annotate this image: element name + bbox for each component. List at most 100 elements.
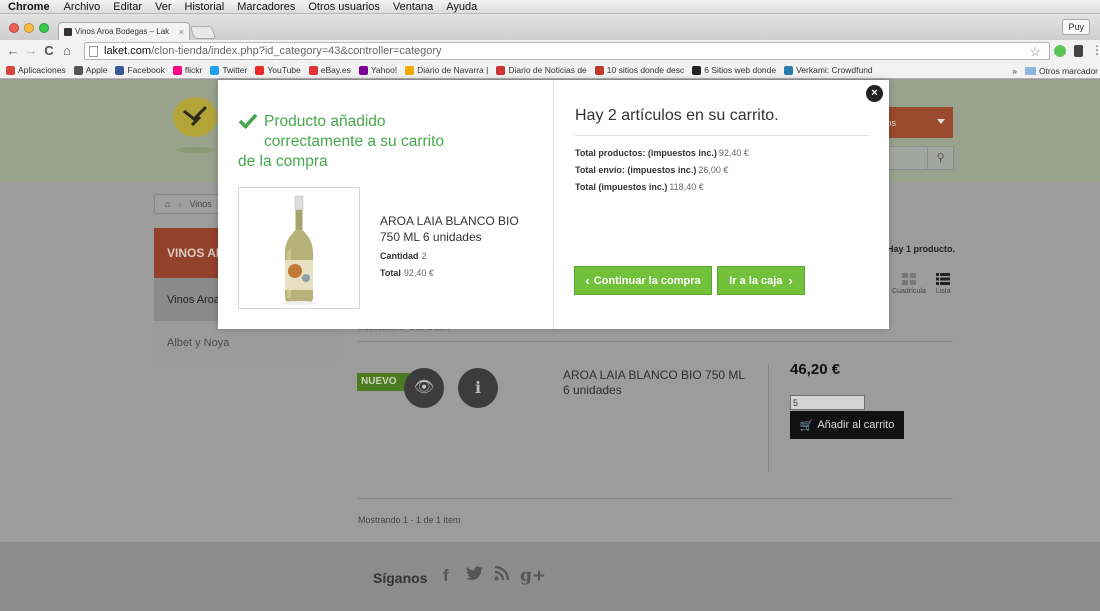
menu-ayuda[interactable]: Ayuda bbox=[446, 1, 477, 13]
site-logo[interactable] bbox=[170, 95, 220, 155]
facebook-icon[interactable]: f bbox=[443, 566, 449, 586]
browser-tab-active[interactable]: Vinos Aroa Bodegas – Lak × bbox=[58, 22, 190, 40]
divider bbox=[768, 364, 769, 472]
bookmarks-bar: Aplicaciones Apple Facebook flickr Twitter Yo… bbox=[0, 62, 1100, 79]
product-name-link[interactable]: AROA LAIA BLANCO BIO 750 ML 6 unidades bbox=[563, 368, 753, 398]
continue-shopping-button[interactable]: ‹ Continuar la compra bbox=[574, 266, 712, 295]
menu-historial[interactable]: Historial bbox=[185, 1, 225, 13]
menu-app-name[interactable]: Chrome bbox=[8, 1, 50, 13]
view-list-label: Lista bbox=[935, 288, 951, 295]
menu-archivo[interactable]: Archivo bbox=[64, 1, 101, 13]
bookmark-label: Apple bbox=[85, 65, 108, 75]
bookmark-favicon-icon bbox=[358, 65, 368, 75]
home-icon[interactable]: ⌂ bbox=[165, 199, 170, 209]
bookmark-favicon-icon bbox=[255, 65, 265, 75]
bookmark-favicon-icon bbox=[6, 65, 15, 75]
bookmark-star-icon[interactable]: ☆ bbox=[1029, 44, 1041, 60]
reload-button[interactable]: C bbox=[40, 40, 58, 62]
checkout-button[interactable]: Ir a la caja › bbox=[717, 266, 805, 295]
bookmark-favicon-icon bbox=[308, 65, 318, 75]
menu-editar[interactable]: Editar bbox=[113, 1, 142, 13]
bookmark-item[interactable]: YouTube bbox=[255, 65, 301, 75]
menu-ventana[interactable]: Ventana bbox=[393, 1, 433, 13]
bookmark-favicon-icon bbox=[210, 65, 220, 75]
url-path: /clon-tienda/index.php?id_category=43&co… bbox=[151, 45, 442, 57]
forward-button[interactable]: → bbox=[22, 40, 40, 62]
extension-evernote-icon[interactable] bbox=[1074, 45, 1083, 57]
view-grid-button[interactable]: Cuadrícula bbox=[892, 273, 926, 295]
new-tab-button[interactable] bbox=[189, 26, 217, 39]
bookmark-label: eBay.es bbox=[320, 65, 351, 75]
rss-icon[interactable] bbox=[494, 565, 510, 586]
address-bar[interactable]: laket.com/clon-tienda/index.php?id_categ… bbox=[84, 42, 1050, 60]
other-bookmarks-folder[interactable]: » Otros marcador bbox=[1006, 62, 1100, 78]
tab-close-icon[interactable]: × bbox=[179, 27, 184, 37]
bookmark-item[interactable]: Yahoo! bbox=[358, 65, 397, 75]
menu-icon[interactable]: ⋮ bbox=[1091, 43, 1100, 57]
add-to-cart-button[interactable]: 🛒 Añadir al carrito bbox=[790, 411, 904, 439]
modal-product-name-line-1: AROA LAIA BLANCO BIO bbox=[380, 214, 519, 228]
info-icon[interactable]: i bbox=[458, 368, 498, 408]
continue-shopping-label: Continuar la compra bbox=[593, 274, 701, 287]
google-plus-icon[interactable]: g+ bbox=[520, 566, 546, 586]
total-shipping-row: Total envío: (impuestos inc.) 26,00 € bbox=[575, 165, 728, 175]
window-close-button[interactable] bbox=[9, 23, 19, 33]
breadcrumb-item[interactable]: Vinos bbox=[189, 199, 211, 209]
bookmark-label: Verkami: Crowdfund bbox=[796, 65, 873, 75]
bookmark-favicon-icon bbox=[496, 65, 506, 75]
bookmark-item[interactable]: Aplicaciones bbox=[6, 65, 66, 75]
quantity-input[interactable]: 5 bbox=[790, 395, 865, 410]
wine-bottle-image bbox=[283, 195, 315, 305]
total-products-label: Total productos: (impuestos inc.) bbox=[575, 148, 717, 158]
menu-otros-usuarios[interactable]: Otros usuarios bbox=[308, 1, 380, 13]
cart-icon: 🛒 bbox=[799, 419, 814, 432]
back-button[interactable]: ← bbox=[4, 40, 22, 62]
bookmark-item[interactable]: 6 Sitios web donde bbox=[692, 65, 776, 75]
bookmark-label: Facebook bbox=[127, 65, 165, 75]
bookmarks-overflow-icon[interactable]: » bbox=[1012, 66, 1017, 76]
bookmark-item[interactable]: eBay.es bbox=[308, 65, 351, 75]
home-button[interactable]: ⌂ bbox=[58, 40, 76, 62]
bookmark-item[interactable]: flickr bbox=[172, 65, 203, 75]
view-list-button[interactable]: Lista bbox=[936, 273, 951, 295]
menu-ver[interactable]: Ver bbox=[155, 1, 172, 13]
window-zoom-button[interactable] bbox=[39, 23, 49, 33]
grid-icon bbox=[901, 273, 916, 285]
bookmark-item[interactable]: Diario de Noticias de bbox=[496, 65, 587, 75]
bookmark-label: 10 sitios donde desc bbox=[606, 65, 685, 75]
divider bbox=[575, 135, 869, 136]
product-thumbnail bbox=[238, 187, 360, 309]
browser-toolbar: ← → C ⌂ laket.com/clon-tienda/index.php?… bbox=[0, 40, 1100, 62]
twitter-icon[interactable] bbox=[466, 566, 483, 585]
bookmark-item[interactable]: Twitter bbox=[210, 65, 247, 75]
tab-title: Vinos Aroa Bodegas – Lak bbox=[75, 27, 170, 36]
profile-button[interactable]: Puy bbox=[1062, 19, 1090, 35]
close-icon[interactable]: × bbox=[866, 85, 883, 102]
checkout-label: Ir a la caja bbox=[729, 274, 783, 287]
view-switcher: Cuadrícula Lista bbox=[892, 273, 951, 295]
bookmark-item[interactable]: Verkami: Crowdfund bbox=[784, 65, 873, 75]
other-bookmarks-label: Otros marcador bbox=[1038, 65, 1098, 76]
bookmark-item[interactable]: Apple bbox=[73, 65, 108, 75]
follow-us-title: Síganos bbox=[373, 570, 428, 586]
success-line-3: de la compra bbox=[238, 153, 328, 170]
bookmark-favicon-icon bbox=[594, 65, 604, 75]
bookmark-favicon-icon bbox=[172, 65, 182, 75]
window-minimize-button[interactable] bbox=[24, 23, 34, 33]
bookmark-item[interactable]: 10 sitios donde desc bbox=[594, 65, 685, 75]
bookmark-favicon-icon bbox=[692, 65, 702, 75]
product-count: Hay 1 producto. bbox=[887, 244, 956, 254]
bookmark-item[interactable]: Diario de Navarra | bbox=[405, 65, 488, 75]
bookmark-label: flickr bbox=[184, 65, 203, 75]
search-icon[interactable]: ⚲ bbox=[927, 147, 953, 169]
caret-down-icon bbox=[937, 119, 945, 124]
cart-confirmation-modal: Producto añadido correctamente a su carr… bbox=[218, 80, 889, 329]
success-message: Producto añadido correctamente a su carr… bbox=[238, 112, 498, 172]
extension-icon[interactable] bbox=[1054, 45, 1066, 57]
menu-marcadores[interactable]: Marcadores bbox=[237, 1, 295, 13]
tab-strip: Vinos Aroa Bodegas – Lak × Puy bbox=[0, 14, 1100, 40]
bookmark-item[interactable]: Facebook bbox=[115, 65, 165, 75]
grand-total-value: 118,40 € bbox=[669, 182, 704, 192]
modal-product-panel: Producto añadido correctamente a su carr… bbox=[218, 80, 554, 329]
quick-view-eye-icon[interactable]: 👁 bbox=[404, 368, 444, 408]
